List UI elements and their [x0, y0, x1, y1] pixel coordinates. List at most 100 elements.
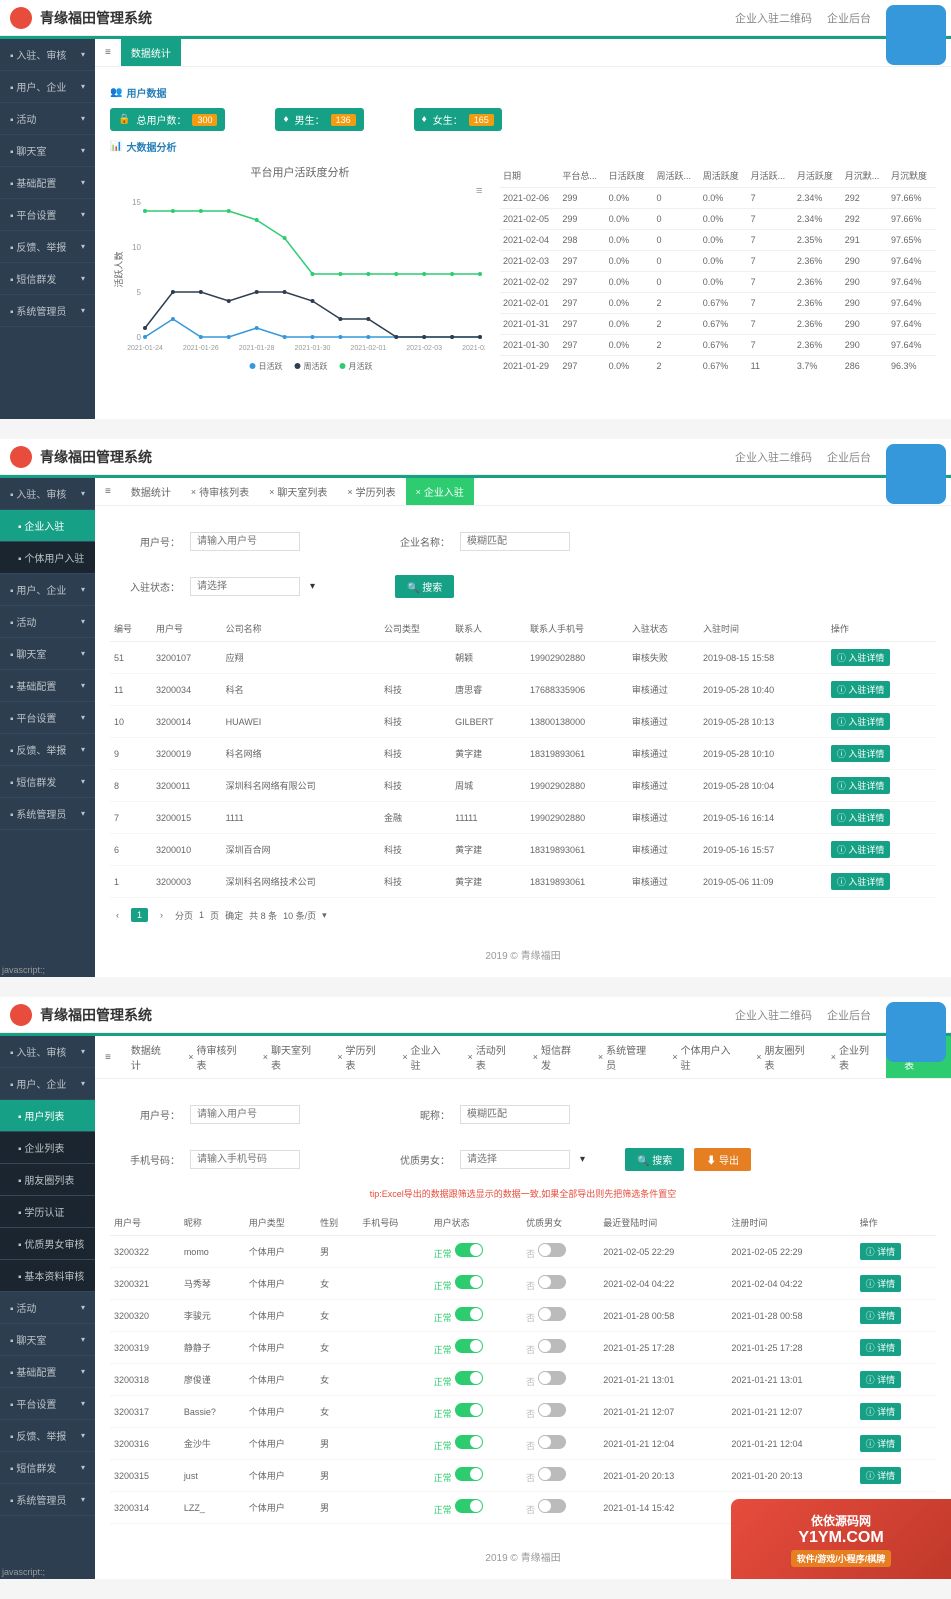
tab[interactable]: × 朋友圈列表: [746, 1036, 821, 1078]
sidebar-item[interactable]: ▪ 企业入驻: [0, 510, 95, 542]
qr-link[interactable]: 企业入驻二维码: [735, 449, 812, 465]
status-toggle[interactable]: [455, 1467, 483, 1481]
detail-button[interactable]: ⓘ 详情: [860, 1275, 902, 1292]
sidebar-item[interactable]: ▪ 朋友圈列表: [0, 1164, 95, 1196]
search-button[interactable]: 🔍 搜索: [395, 575, 454, 598]
tab[interactable]: × 个体用户入驻: [662, 1036, 746, 1078]
quality-toggle[interactable]: [538, 1275, 566, 1289]
sidebar-item[interactable]: ▪ 入驻、审核▾: [0, 39, 95, 71]
close-icon[interactable]: ×: [347, 487, 352, 497]
sidebar-item[interactable]: ▪ 反馈、举报▾: [0, 1420, 95, 1452]
tab[interactable]: × 待审核列表: [181, 478, 259, 505]
detail-button[interactable]: ⓘ 详情: [860, 1339, 902, 1356]
sidebar-item[interactable]: ▪ 基本资料审核: [0, 1260, 95, 1292]
sidebar-item[interactable]: ▪ 平台设置▾: [0, 1388, 95, 1420]
sidebar-item[interactable]: ▪ 平台设置▾: [0, 702, 95, 734]
status-toggle[interactable]: [455, 1371, 483, 1385]
sidebar-item[interactable]: ▪ 入驻、审核▾: [0, 1036, 95, 1068]
detail-button[interactable]: ⓘ 详情: [860, 1403, 902, 1420]
quality-toggle[interactable]: [538, 1499, 566, 1513]
tab[interactable]: × 学历列表: [337, 478, 405, 505]
quality-toggle[interactable]: [538, 1435, 566, 1449]
sidebar-item[interactable]: ▪ 短信群发▾: [0, 1452, 95, 1484]
export-button[interactable]: ⬇ 导出: [694, 1148, 751, 1171]
detail-button[interactable]: ⓘ 入驻详情: [831, 809, 891, 826]
detail-button[interactable]: ⓘ 入驻详情: [831, 873, 891, 890]
detail-button[interactable]: ⓘ 入驻详情: [831, 841, 891, 858]
sidebar-item[interactable]: ▪ 聊天室▾: [0, 135, 95, 167]
sidebar-item[interactable]: ▪ 入驻、审核▾: [0, 478, 95, 510]
detail-button[interactable]: ⓘ 详情: [860, 1467, 902, 1484]
chart-menu-icon[interactable]: ≡: [476, 185, 490, 197]
sidebar-item[interactable]: ▪ 反馈、举报▾: [0, 231, 95, 263]
input-userid[interactable]: [190, 532, 300, 551]
close-icon[interactable]: ×: [188, 1052, 193, 1062]
close-icon[interactable]: ×: [337, 1052, 342, 1062]
sidebar-item[interactable]: ▪ 用户、企业▾: [0, 574, 95, 606]
close-icon[interactable]: ×: [263, 1052, 268, 1062]
console-link[interactable]: 企业后台: [827, 1007, 871, 1023]
input-nick[interactable]: [460, 1105, 570, 1124]
status-toggle[interactable]: [455, 1307, 483, 1321]
close-icon[interactable]: ×: [468, 1052, 473, 1062]
close-icon[interactable]: ×: [191, 487, 196, 497]
page-next[interactable]: ›: [154, 908, 169, 922]
sidebar-item[interactable]: ▪ 优质男女审核: [0, 1228, 95, 1260]
sidebar-item[interactable]: ▪ 系统管理员▾: [0, 295, 95, 327]
tab[interactable]: × 系统管理员: [588, 1036, 663, 1078]
sidebar-item[interactable]: ▪ 短信群发▾: [0, 766, 95, 798]
sidebar-item[interactable]: ▪ 活动▾: [0, 606, 95, 638]
sidebar-item[interactable]: ▪ 聊天室▾: [0, 1324, 95, 1356]
detail-button[interactable]: ⓘ 入驻详情: [831, 777, 891, 794]
sidebar-item[interactable]: ▪ 学历认证: [0, 1196, 95, 1228]
search-button[interactable]: 🔍 搜索: [625, 1148, 684, 1171]
detail-button[interactable]: ⓘ 入驻详情: [831, 681, 891, 698]
status-toggle[interactable]: [455, 1275, 483, 1289]
qr-link[interactable]: 企业入驻二维码: [735, 1007, 812, 1023]
sidebar-item[interactable]: ▪ 活动▾: [0, 1292, 95, 1324]
quality-toggle[interactable]: [538, 1371, 566, 1385]
close-icon[interactable]: ×: [402, 1052, 407, 1062]
sidebar-item[interactable]: ▪ 用户、企业▾: [0, 71, 95, 103]
detail-button[interactable]: ⓘ 详情: [860, 1435, 902, 1452]
status-toggle[interactable]: [455, 1339, 483, 1353]
console-link[interactable]: 企业后台: [827, 10, 871, 26]
console-link[interactable]: 企业后台: [827, 449, 871, 465]
quality-toggle[interactable]: [538, 1403, 566, 1417]
tab[interactable]: × 待审核列表: [178, 1036, 253, 1078]
input-company[interactable]: [460, 532, 570, 551]
sidebar-item[interactable]: ▪ 系统管理员▾: [0, 1484, 95, 1516]
quality-toggle[interactable]: [538, 1339, 566, 1353]
page-1[interactable]: 1: [131, 908, 148, 922]
detail-button[interactable]: ⓘ 入驻详情: [831, 649, 891, 666]
close-icon[interactable]: ×: [533, 1052, 538, 1062]
sidebar-item[interactable]: ▪ 反馈、举报▾: [0, 734, 95, 766]
tab[interactable]: × 聊天室列表: [259, 478, 337, 505]
sidebar-item[interactable]: ▪ 个体用户入驻: [0, 542, 95, 574]
tab[interactable]: × 企业入驻: [392, 1036, 457, 1078]
tab-collapse-icon[interactable]: ≡: [95, 1036, 121, 1078]
tab[interactable]: × 学历列表: [327, 1036, 392, 1078]
close-icon[interactable]: ×: [672, 1052, 677, 1062]
status-toggle[interactable]: [455, 1435, 483, 1449]
sidebar-item[interactable]: ▪ 平台设置▾: [0, 199, 95, 231]
status-toggle[interactable]: [455, 1243, 483, 1257]
sidebar-item[interactable]: ▪ 用户、企业▾: [0, 1068, 95, 1100]
close-icon[interactable]: ×: [269, 487, 274, 497]
select-status[interactable]: [190, 577, 300, 596]
tab-collapse-icon[interactable]: ≡: [95, 39, 121, 66]
sidebar-item[interactable]: ▪ 聊天室▾: [0, 638, 95, 670]
tab[interactable]: × 活动列表: [458, 1036, 523, 1078]
detail-button[interactable]: ⓘ 入驻详情: [831, 713, 891, 730]
sidebar-item[interactable]: ▪ 基础配置▾: [0, 167, 95, 199]
close-icon[interactable]: ×: [598, 1052, 603, 1062]
sidebar-item[interactable]: ▪ 企业列表: [0, 1132, 95, 1164]
status-toggle[interactable]: [455, 1403, 483, 1417]
sidebar-item[interactable]: ▪ 系统管理员▾: [0, 798, 95, 830]
close-icon[interactable]: ×: [416, 487, 421, 497]
detail-button[interactable]: ⓘ 详情: [860, 1371, 902, 1388]
detail-button[interactable]: ⓘ 入驻详情: [831, 745, 891, 762]
qr-link[interactable]: 企业入驻二维码: [735, 10, 812, 26]
input-userid[interactable]: [190, 1105, 300, 1124]
tab[interactable]: × 短信群发: [523, 1036, 588, 1078]
